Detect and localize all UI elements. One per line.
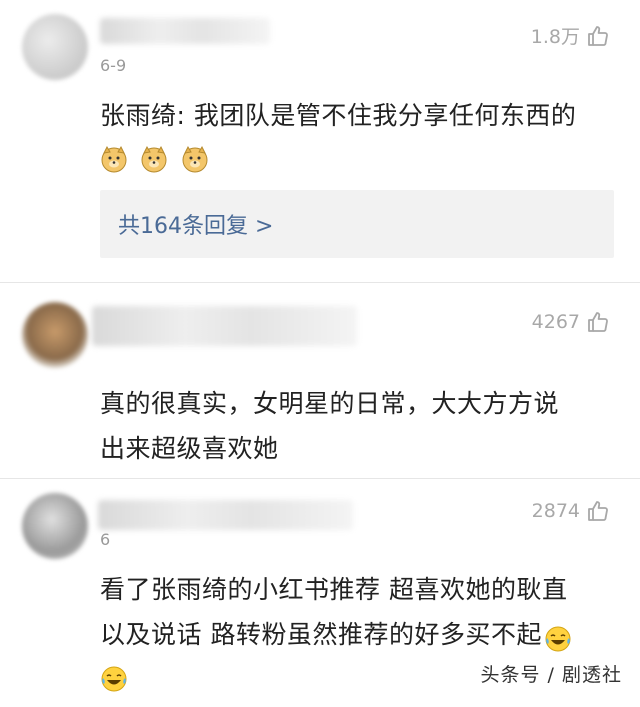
thumbs-up-icon xyxy=(588,312,608,332)
divider xyxy=(0,478,640,479)
avatar[interactable] xyxy=(22,14,88,80)
username-blurred[interactable] xyxy=(98,500,353,530)
emoji-row xyxy=(100,132,610,177)
comment-date: 6-9 xyxy=(100,56,127,75)
doge-emoji-icon xyxy=(181,142,209,173)
like-count: 4267 xyxy=(531,311,580,333)
doge-emoji-icon xyxy=(100,142,128,173)
like-count: 2874 xyxy=(531,500,580,522)
username-blurred[interactable] xyxy=(92,306,357,346)
thumbs-up-icon xyxy=(588,25,608,46)
comment-text: 看了张雨绮的小红书推荐 超喜欢她的耿直 以及说话 路转粉虽然推荐的好多买不起 xyxy=(100,567,620,657)
doge-emoji-icon xyxy=(140,142,168,173)
comment-date: 6 xyxy=(100,530,111,549)
comment-text-line: 看了张雨绮的小红书推荐 超喜欢她的耿直 xyxy=(100,575,568,604)
divider xyxy=(0,282,640,283)
comment-text-line: 出来超级喜欢她 xyxy=(100,434,279,463)
watermark: 头条号 / 剧透社 xyxy=(480,664,622,686)
comment-text: 真的很真实，女明星的日常，大大方方说 出来超级喜欢她 xyxy=(100,381,610,471)
laughing-tears-emoji-icon xyxy=(544,622,572,652)
laughing-tears-emoji-icon xyxy=(100,662,128,692)
thumbs-up-icon xyxy=(588,501,608,521)
comment-text-line: 真的很真实，女明星的日常，大大方方说 xyxy=(100,389,560,418)
like-button[interactable]: 1.8万 xyxy=(531,22,610,49)
like-count: 1.8万 xyxy=(530,26,580,48)
comment-text-line: 以及说话 路转粉虽然推荐的好多买不起 xyxy=(100,620,542,649)
comment-text-line: 张雨绮: 我团队是管不住我分享任何东西的 xyxy=(100,101,577,130)
like-button[interactable]: 4267 xyxy=(532,310,610,334)
comment-text-line-2: 以及说话 路转粉虽然推荐的好多买不起 xyxy=(100,612,620,657)
avatar[interactable] xyxy=(22,302,88,368)
username-blurred[interactable] xyxy=(100,18,270,44)
replies-box[interactable]: 共164条回复 > xyxy=(100,190,614,258)
avatar[interactable] xyxy=(22,493,88,559)
view-replies-link[interactable]: 共164条回复 > xyxy=(118,208,273,240)
like-button[interactable]: 2874 xyxy=(532,499,610,523)
